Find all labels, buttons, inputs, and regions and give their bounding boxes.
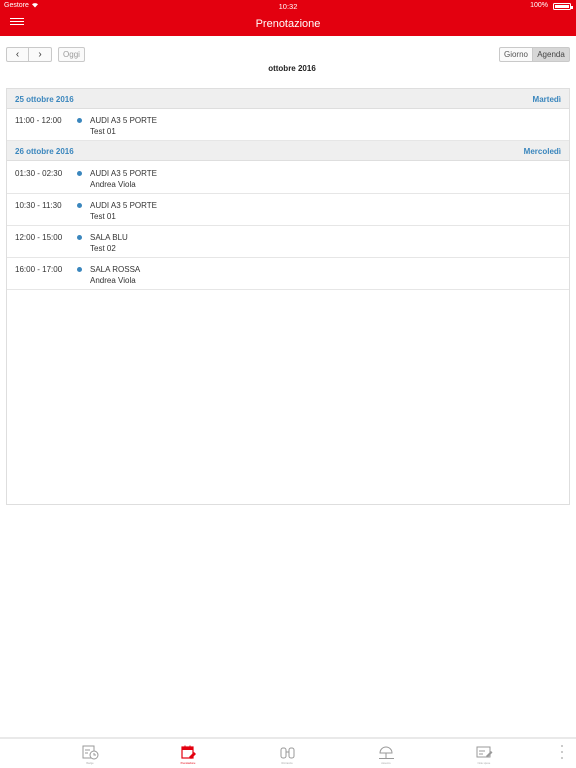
previous-button[interactable]: ‹ bbox=[6, 47, 29, 62]
page-title: Prenotazione bbox=[255, 18, 321, 30]
agenda-event[interactable]: 11:00 - 12:00 AUDI A3 5 PORTE Test 01 bbox=[7, 109, 569, 141]
event-resource: AUDI A3 5 PORTE bbox=[90, 116, 157, 125]
binoculars-icon bbox=[280, 747, 295, 759]
event-time: 10:30 - 11:30 bbox=[15, 201, 62, 210]
tab-rintraccia[interactable]: Rintraccia bbox=[267, 743, 307, 767]
event-resource: AUDI A3 5 PORTE bbox=[90, 201, 157, 210]
event-resource: AUDI A3 5 PORTE bbox=[90, 169, 157, 178]
clock: 10:32 bbox=[278, 2, 298, 11]
tab-bar: Badge Prenotazione Rintraccia Assenze No… bbox=[0, 737, 576, 768]
event-time: 01:30 - 02:30 bbox=[15, 169, 63, 178]
tab-label: Prenotazione bbox=[180, 762, 196, 765]
document-edit-icon bbox=[476, 746, 493, 758]
agenda-event[interactable]: 10:30 - 11:30 AUDI A3 5 PORTE Test 01 bbox=[7, 194, 569, 226]
day-date: 26 ottobre 2016 bbox=[15, 147, 74, 156]
month-label: ottobre 2016 bbox=[268, 64, 316, 73]
day-weekday: Mercoledì bbox=[523, 147, 561, 156]
agenda-list: 25 ottobre 2016 Martedì 11:00 - 12:00 AU… bbox=[6, 88, 570, 505]
agenda-event[interactable]: 16:00 - 17:00 SALA ROSSA Andrea Viola bbox=[7, 258, 569, 290]
today-button[interactable]: Oggi bbox=[58, 47, 85, 62]
tab-assenze[interactable]: Assenze bbox=[366, 743, 406, 767]
event-dot bbox=[77, 118, 82, 123]
event-person: Test 01 bbox=[90, 127, 116, 136]
event-dot bbox=[77, 267, 82, 272]
tab-note-spese[interactable]: Note spese bbox=[464, 743, 504, 767]
event-resource: SALA BLU bbox=[90, 233, 128, 242]
event-dot bbox=[77, 235, 82, 240]
event-person: Test 01 bbox=[90, 212, 116, 221]
battery-icon bbox=[553, 3, 573, 10]
agenda-event[interactable]: 01:30 - 02:30 AUDI A3 5 PORTE Andrea Vio… bbox=[7, 162, 569, 194]
event-dot bbox=[77, 203, 82, 208]
chevron-right-icon: › bbox=[38, 49, 42, 60]
tab-prenotazione[interactable]: Prenotazione bbox=[168, 743, 208, 767]
event-dot bbox=[77, 171, 82, 176]
next-button[interactable]: › bbox=[28, 47, 52, 62]
tab-label: Note spese bbox=[477, 762, 491, 765]
more-options-icon[interactable] bbox=[560, 745, 564, 763]
day-view-button[interactable]: Giorno bbox=[499, 47, 533, 62]
event-time: 16:00 - 17:00 bbox=[15, 265, 63, 274]
battery-percent: 100% bbox=[530, 2, 548, 9]
chevron-left-icon: ‹ bbox=[15, 49, 20, 60]
tab-label: Badge bbox=[86, 762, 94, 765]
app-header: Gestore 10:32 100% Prenotazione bbox=[0, 0, 576, 36]
event-resource: SALA ROSSA bbox=[90, 265, 141, 274]
event-person: Andrea Viola bbox=[90, 276, 136, 285]
agenda-view-button[interactable]: Agenda bbox=[532, 47, 570, 62]
time-card-icon bbox=[82, 745, 99, 760]
status-bar: Gestore 10:32 100% bbox=[0, 0, 576, 12]
day-date: 25 ottobre 2016 bbox=[15, 95, 74, 104]
agenda-event[interactable]: 12:00 - 15:00 SALA BLU Test 02 bbox=[7, 226, 569, 258]
day-weekday: Martedì bbox=[532, 95, 561, 104]
event-person: Test 02 bbox=[90, 244, 116, 253]
day-header: 25 ottobre 2016 Martedì bbox=[7, 89, 569, 109]
event-time: 11:00 - 12:00 bbox=[15, 116, 62, 125]
tab-label: Assenze bbox=[381, 762, 391, 765]
calendar-edit-icon bbox=[181, 745, 196, 759]
tab-badge[interactable]: Badge bbox=[70, 743, 110, 767]
day-header: 26 ottobre 2016 Mercoledì bbox=[7, 141, 569, 161]
beach-umbrella-icon bbox=[379, 746, 394, 759]
event-person: Andrea Viola bbox=[90, 180, 136, 189]
event-time: 12:00 - 15:00 bbox=[15, 233, 63, 242]
tab-label: Rintraccia bbox=[281, 762, 293, 765]
